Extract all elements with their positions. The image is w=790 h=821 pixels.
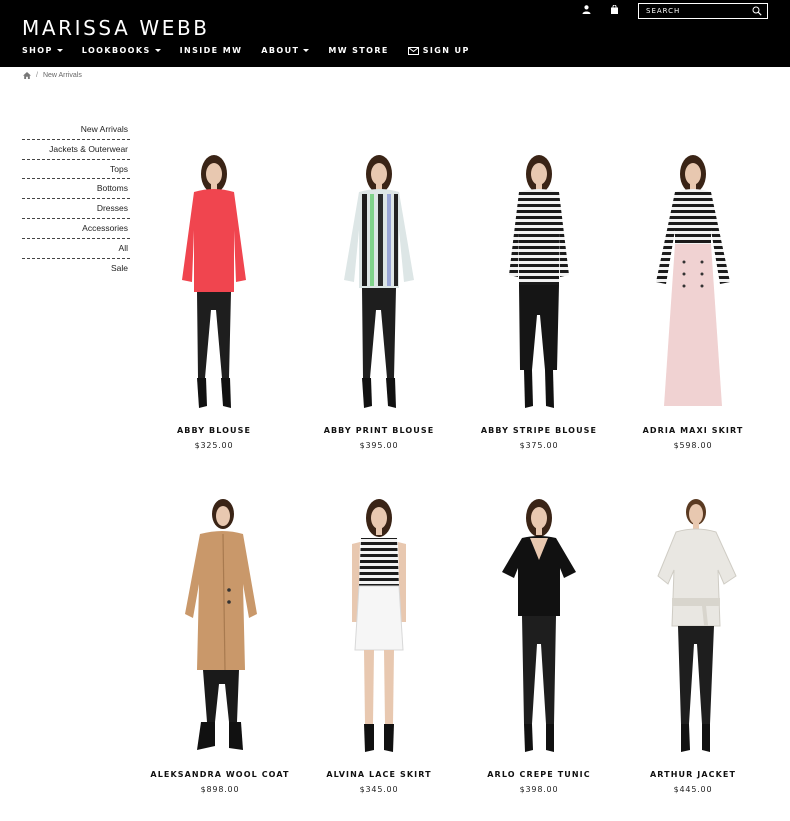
sidebar-item-dresses[interactable]: Dresses <box>22 199 130 219</box>
product-price: $345.00 <box>359 785 399 794</box>
nav-inside-mw-label: INSIDE MW <box>179 46 243 55</box>
product-image[interactable] <box>618 150 768 410</box>
sidebar-item-sale[interactable]: Sale <box>22 259 130 279</box>
search-box <box>638 3 768 19</box>
nav-lookbooks-label: LOOKBOOKS <box>81 46 151 55</box>
product-image[interactable] <box>464 150 614 410</box>
product-price: $598.00 <box>673 441 713 450</box>
site-header: MARISSA WEBB SHOP LOOKBOOKS INSIDE MW AB… <box>0 0 790 67</box>
search-input[interactable] <box>639 4 747 18</box>
nav-inside-mw[interactable]: INSIDE MW <box>180 46 243 55</box>
brand-logo[interactable]: MARISSA WEBB <box>22 17 210 39</box>
nav-about[interactable]: ABOUT <box>261 46 310 55</box>
product-name[interactable]: ARTHUR JACKET <box>608 770 778 779</box>
sidebar-item-all[interactable]: All <box>22 239 130 259</box>
nav-about-label: ABOUT <box>261 46 300 55</box>
sidebar-item-accessories[interactable]: Accessories <box>22 219 130 239</box>
nav-mw-store[interactable]: MW STORE <box>328 46 388 55</box>
nav-shop-label: SHOP <box>22 46 53 55</box>
product-name[interactable]: ABBY PRINT BLOUSE <box>294 426 464 435</box>
product-price: $325.00 <box>194 441 234 450</box>
product-name[interactable]: ABBY STRIPE BLOUSE <box>454 426 624 435</box>
product-image[interactable] <box>145 494 295 754</box>
product-price: $445.00 <box>673 785 713 794</box>
product-name[interactable]: ARLO CREPE TUNIC <box>454 770 624 779</box>
nav-mw-store-label: MW STORE <box>328 46 389 55</box>
nav-sign-up[interactable]: SIGN UP <box>407 46 470 55</box>
shopping-bag-icon[interactable] <box>610 5 619 14</box>
product-price: $898.00 <box>200 785 240 794</box>
product-name[interactable]: ALVINA LACE SKIRT <box>294 770 464 779</box>
breadcrumb-separator: / <box>36 72 38 79</box>
nav-sign-up-label: SIGN UP <box>422 46 470 55</box>
chevron-down-icon <box>303 49 310 52</box>
product-price: $398.00 <box>519 785 559 794</box>
product-image[interactable] <box>139 150 289 410</box>
sidebar-item-bottoms[interactable]: Bottoms <box>22 179 130 200</box>
product-image[interactable] <box>464 494 614 754</box>
mail-icon <box>407 46 419 55</box>
sidebar-item-tops[interactable]: Tops <box>22 160 130 180</box>
product-price: $395.00 <box>359 441 399 450</box>
home-icon[interactable] <box>23 72 31 79</box>
sidebar-item-new-arrivals[interactable]: New Arrivals <box>22 120 130 140</box>
product-image[interactable] <box>304 494 454 754</box>
sidebar-item-jackets-outerwear[interactable]: Jackets & Outerwear <box>22 140 130 160</box>
chevron-down-icon <box>154 49 161 52</box>
main-nav: SHOP LOOKBOOKS INSIDE MW ABOUT MW STORE … <box>22 46 489 55</box>
product-image[interactable] <box>618 494 768 754</box>
product-name[interactable]: ABBY BLOUSE <box>129 426 299 435</box>
nav-shop[interactable]: SHOP <box>22 46 63 55</box>
user-icon[interactable] <box>582 5 591 14</box>
nav-lookbooks[interactable]: LOOKBOOKS <box>82 46 161 55</box>
product-name[interactable]: ADRIA MAXI SKIRT <box>608 426 778 435</box>
chevron-down-icon <box>56 49 63 52</box>
breadcrumb: / New Arrivals <box>23 72 82 79</box>
breadcrumb-current[interactable]: New Arrivals <box>43 72 82 79</box>
search-icon[interactable] <box>752 6 762 16</box>
product-price: $375.00 <box>519 441 559 450</box>
product-image[interactable] <box>304 150 454 410</box>
product-name[interactable]: ALEKSANDRA WOOL COAT <box>135 770 305 779</box>
category-sidebar: New Arrivals Jackets & Outerwear Tops Bo… <box>22 120 130 278</box>
